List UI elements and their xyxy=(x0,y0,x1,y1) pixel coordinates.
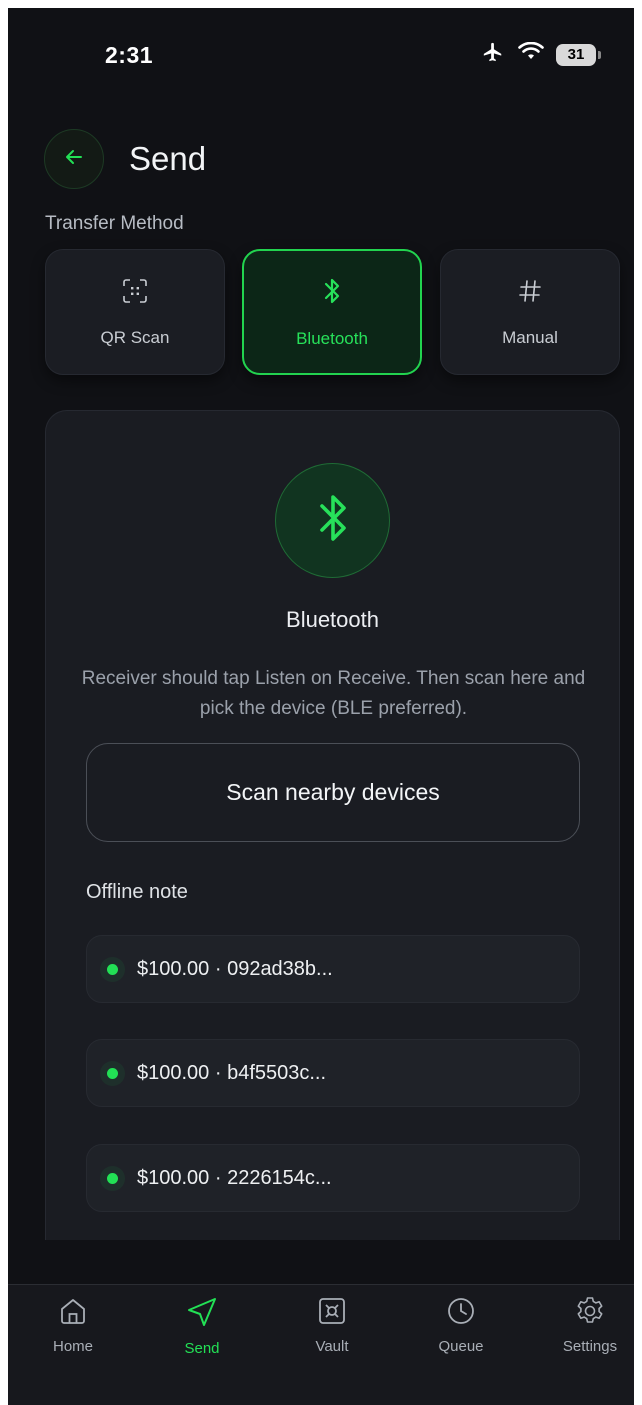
arrow-left-icon xyxy=(62,145,86,174)
bluetooth-icon xyxy=(318,276,346,311)
status-dot xyxy=(107,1172,118,1184)
send-icon xyxy=(185,1295,219,1334)
scan-nearby-devices-button[interactable]: Scan nearby devices xyxy=(86,743,580,842)
nav-label: Home xyxy=(52,1338,93,1355)
method-label: Manual xyxy=(502,327,558,347)
transfer-method-label: Transfer Method xyxy=(45,213,184,234)
method-bluetooth[interactable]: Bluetooth xyxy=(242,249,422,375)
bottom-nav: Home Send Vault Queue Settings xyxy=(8,1284,634,1405)
note-text: $100.00 · 092ad38b... xyxy=(137,957,333,980)
nav-settings[interactable]: Settings xyxy=(540,1295,634,1355)
nav-label: Vault xyxy=(315,1338,349,1355)
status-icons: 31 xyxy=(480,41,601,68)
bluetooth-icon xyxy=(313,491,353,550)
method-qr-scan[interactable]: QR Scan xyxy=(45,249,225,375)
hash-icon xyxy=(516,277,544,310)
airplane-icon xyxy=(480,41,506,68)
method-label: QR Scan xyxy=(100,327,170,347)
send-screen: 2:31 31 Send Transfer Method QR Scan Blu… xyxy=(8,8,634,1405)
gear-icon xyxy=(574,1295,606,1332)
status-dot xyxy=(107,1067,118,1079)
offline-note-item[interactable]: $100.00 · 2226154c... xyxy=(86,1144,580,1212)
note-text: $100.00 · 2226154c... xyxy=(137,1166,332,1189)
nav-label: Send xyxy=(184,1340,220,1357)
note-text: $100.00 · b4f5503c... xyxy=(137,1061,327,1084)
battery-indicator: 31 xyxy=(556,43,601,66)
offline-note-label: Offline note xyxy=(86,881,188,903)
status-time: 2:31 xyxy=(105,42,154,68)
nav-home[interactable]: Home xyxy=(23,1295,123,1355)
vault-icon xyxy=(316,1295,348,1332)
panel-description: Receiver should tap Listen on Receive. T… xyxy=(81,668,586,719)
qr-scan-icon xyxy=(121,277,149,310)
panel-title: Bluetooth xyxy=(286,607,379,632)
page-title: Send xyxy=(129,140,207,177)
nav-label: Queue xyxy=(438,1338,484,1355)
nav-label: Settings xyxy=(562,1338,618,1355)
clock-icon xyxy=(445,1295,477,1332)
bluetooth-panel: Bluetooth Receiver should tap Listen on … xyxy=(45,410,620,1240)
status-dot xyxy=(107,963,118,975)
method-manual[interactable]: Manual xyxy=(440,249,620,375)
nav-queue[interactable]: Queue xyxy=(411,1295,511,1355)
back-button[interactable] xyxy=(44,129,104,189)
nav-send[interactable]: Send xyxy=(152,1295,252,1357)
bluetooth-badge xyxy=(275,463,390,578)
wifi-icon xyxy=(518,41,544,67)
offline-note-item[interactable]: $100.00 · 092ad38b... xyxy=(86,935,580,1003)
nav-vault[interactable]: Vault xyxy=(282,1295,382,1355)
home-icon xyxy=(57,1295,89,1332)
offline-note-item[interactable]: $100.00 · b4f5503c... xyxy=(86,1039,580,1107)
method-label: Bluetooth xyxy=(296,328,368,348)
